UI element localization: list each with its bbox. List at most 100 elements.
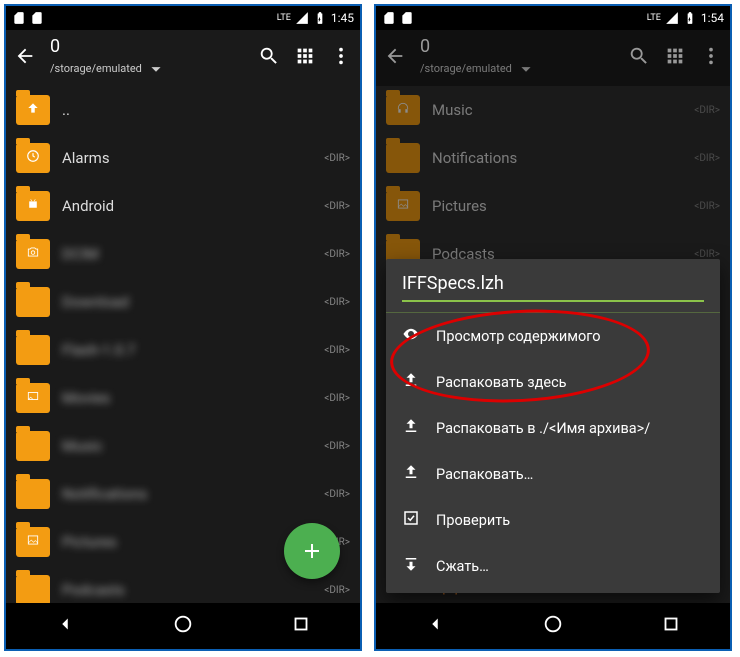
overflow-menu-button[interactable] <box>700 45 722 71</box>
path-current: 0 <box>420 36 614 58</box>
item-label: Movies <box>62 389 324 407</box>
battery-icon <box>313 11 327 25</box>
folder-icon <box>16 191 50 221</box>
dir-tag: <DIR> <box>324 249 350 260</box>
back-button[interactable] <box>384 45 406 71</box>
list-item[interactable]: Movies<DIR> <box>6 374 360 422</box>
dir-tag: <DIR> <box>324 585 350 596</box>
phone-right: LTE 1:54 0 /storage/emulated Music<DIR>N… <box>374 4 732 651</box>
list-item[interactable]: .. <box>6 86 360 134</box>
context-menu-item-label: Распаковать в ./<Имя архива>/ <box>436 420 650 437</box>
context-menu-item[interactable]: Распаковать здесь <box>386 359 720 405</box>
grid-view-button[interactable] <box>664 45 686 71</box>
nav-home[interactable] <box>542 613 564 639</box>
clock-time: 1:54 <box>701 11 724 25</box>
dir-tag: <DIR> <box>324 297 350 308</box>
eye-icon <box>402 325 420 347</box>
list-item[interactable]: Notifications<DIR> <box>376 134 730 182</box>
phone-left: LTE 1:45 0 /storage/emulated ..Alarms<DI… <box>4 4 362 651</box>
item-label: Flash-1.0.7 <box>62 341 324 359</box>
list-item[interactable]: Download<DIR> <box>6 278 360 326</box>
item-label: Android <box>62 197 324 215</box>
list-item[interactable]: Alarms<DIR> <box>6 134 360 182</box>
folder-icon <box>16 479 50 509</box>
dir-tag: <DIR> <box>694 105 720 116</box>
nav-home[interactable] <box>172 613 194 639</box>
folder-icon <box>16 527 50 557</box>
path-current: 0 <box>50 36 244 58</box>
folder-icon <box>16 287 50 317</box>
nav-back[interactable] <box>54 613 76 639</box>
folder-icon <box>386 143 420 173</box>
list-item[interactable]: Music<DIR> <box>6 422 360 470</box>
item-label: Notifications <box>432 149 694 167</box>
context-menu-item[interactable]: Распаковать… <box>386 451 720 497</box>
add-fab[interactable] <box>284 523 340 579</box>
back-button[interactable] <box>14 45 36 71</box>
compress-icon <box>402 555 420 577</box>
context-menu-item[interactable]: Просмотр содержимого <box>386 313 720 359</box>
item-label: DCIM <box>62 245 324 263</box>
context-menu-item-label: Просмотр содержимого <box>436 328 600 345</box>
lte-label: LTE <box>647 13 661 23</box>
item-label: Download <box>62 293 324 311</box>
dir-tag: <DIR> <box>694 153 720 164</box>
breadcrumb[interactable]: 0 /storage/emulated <box>50 36 244 80</box>
path-full: /storage/emulated <box>420 62 512 75</box>
dir-tag: <DIR> <box>324 393 350 404</box>
context-menu-item[interactable]: Распаковать в ./<Имя архива>/ <box>386 405 720 451</box>
battery-icon <box>683 11 697 25</box>
folder-icon <box>16 383 50 413</box>
context-menu-item-label: Проверить <box>436 512 510 529</box>
item-label: Music <box>432 101 694 119</box>
sd-card-icon <box>12 11 26 25</box>
item-label: Alarms <box>62 149 324 167</box>
extract-to-icon <box>402 417 420 439</box>
context-menu-item[interactable]: Проверить <box>386 497 720 543</box>
nav-bar <box>376 603 730 649</box>
status-bar: LTE 1:45 <box>6 6 360 30</box>
dir-tag: <DIR> <box>324 153 350 164</box>
list-item[interactable]: Android<DIR> <box>6 182 360 230</box>
list-item[interactable]: Notifications<DIR> <box>6 470 360 518</box>
sd-card-icon <box>400 11 414 25</box>
overflow-menu-button[interactable] <box>330 45 352 71</box>
status-bar: LTE 1:54 <box>376 6 730 30</box>
list-item[interactable]: DCIM<DIR> <box>6 230 360 278</box>
grid-view-button[interactable] <box>294 45 316 71</box>
toolbar: 0 /storage/emulated <box>376 30 730 86</box>
sd-card-icon <box>30 11 44 25</box>
nav-back[interactable] <box>424 613 446 639</box>
path-full: /storage/emulated <box>50 62 142 75</box>
signal-icon <box>295 11 309 25</box>
dir-tag: <DIR> <box>694 201 720 212</box>
toolbar: 0 /storage/emulated <box>6 30 360 86</box>
item-label: Pictures <box>432 197 694 215</box>
check-icon <box>402 509 420 531</box>
signal-icon <box>665 11 679 25</box>
extract-icon <box>402 463 420 485</box>
folder-icon <box>16 575 50 603</box>
list-item[interactable]: Music<DIR> <box>376 86 730 134</box>
list-item[interactable]: Pictures<DIR> <box>376 182 730 230</box>
item-label: Music <box>62 437 324 455</box>
dir-tag: <DIR> <box>324 441 350 452</box>
dropdown-icon <box>515 58 537 80</box>
list-item[interactable]: Flash-1.0.7<DIR> <box>6 326 360 374</box>
context-menu-title: IFFSpecs.lzh <box>386 259 720 313</box>
clock-time: 1:45 <box>331 11 354 25</box>
search-button[interactable] <box>258 45 280 71</box>
nav-recent[interactable] <box>660 613 682 639</box>
folder-icon <box>386 95 420 125</box>
folder-icon <box>16 335 50 365</box>
context-menu-item-label: Сжать… <box>436 558 489 575</box>
breadcrumb[interactable]: 0 /storage/emulated <box>420 36 614 80</box>
search-button[interactable] <box>628 45 650 71</box>
context-menu-item-label: Распаковать здесь <box>436 374 567 391</box>
dir-tag: <DIR> <box>324 489 350 500</box>
dir-tag: <DIR> <box>694 249 720 260</box>
context-menu-item[interactable]: Сжать… <box>386 543 720 589</box>
folder-icon <box>16 239 50 269</box>
nav-recent[interactable] <box>290 613 312 639</box>
dir-tag: <DIR> <box>324 345 350 356</box>
